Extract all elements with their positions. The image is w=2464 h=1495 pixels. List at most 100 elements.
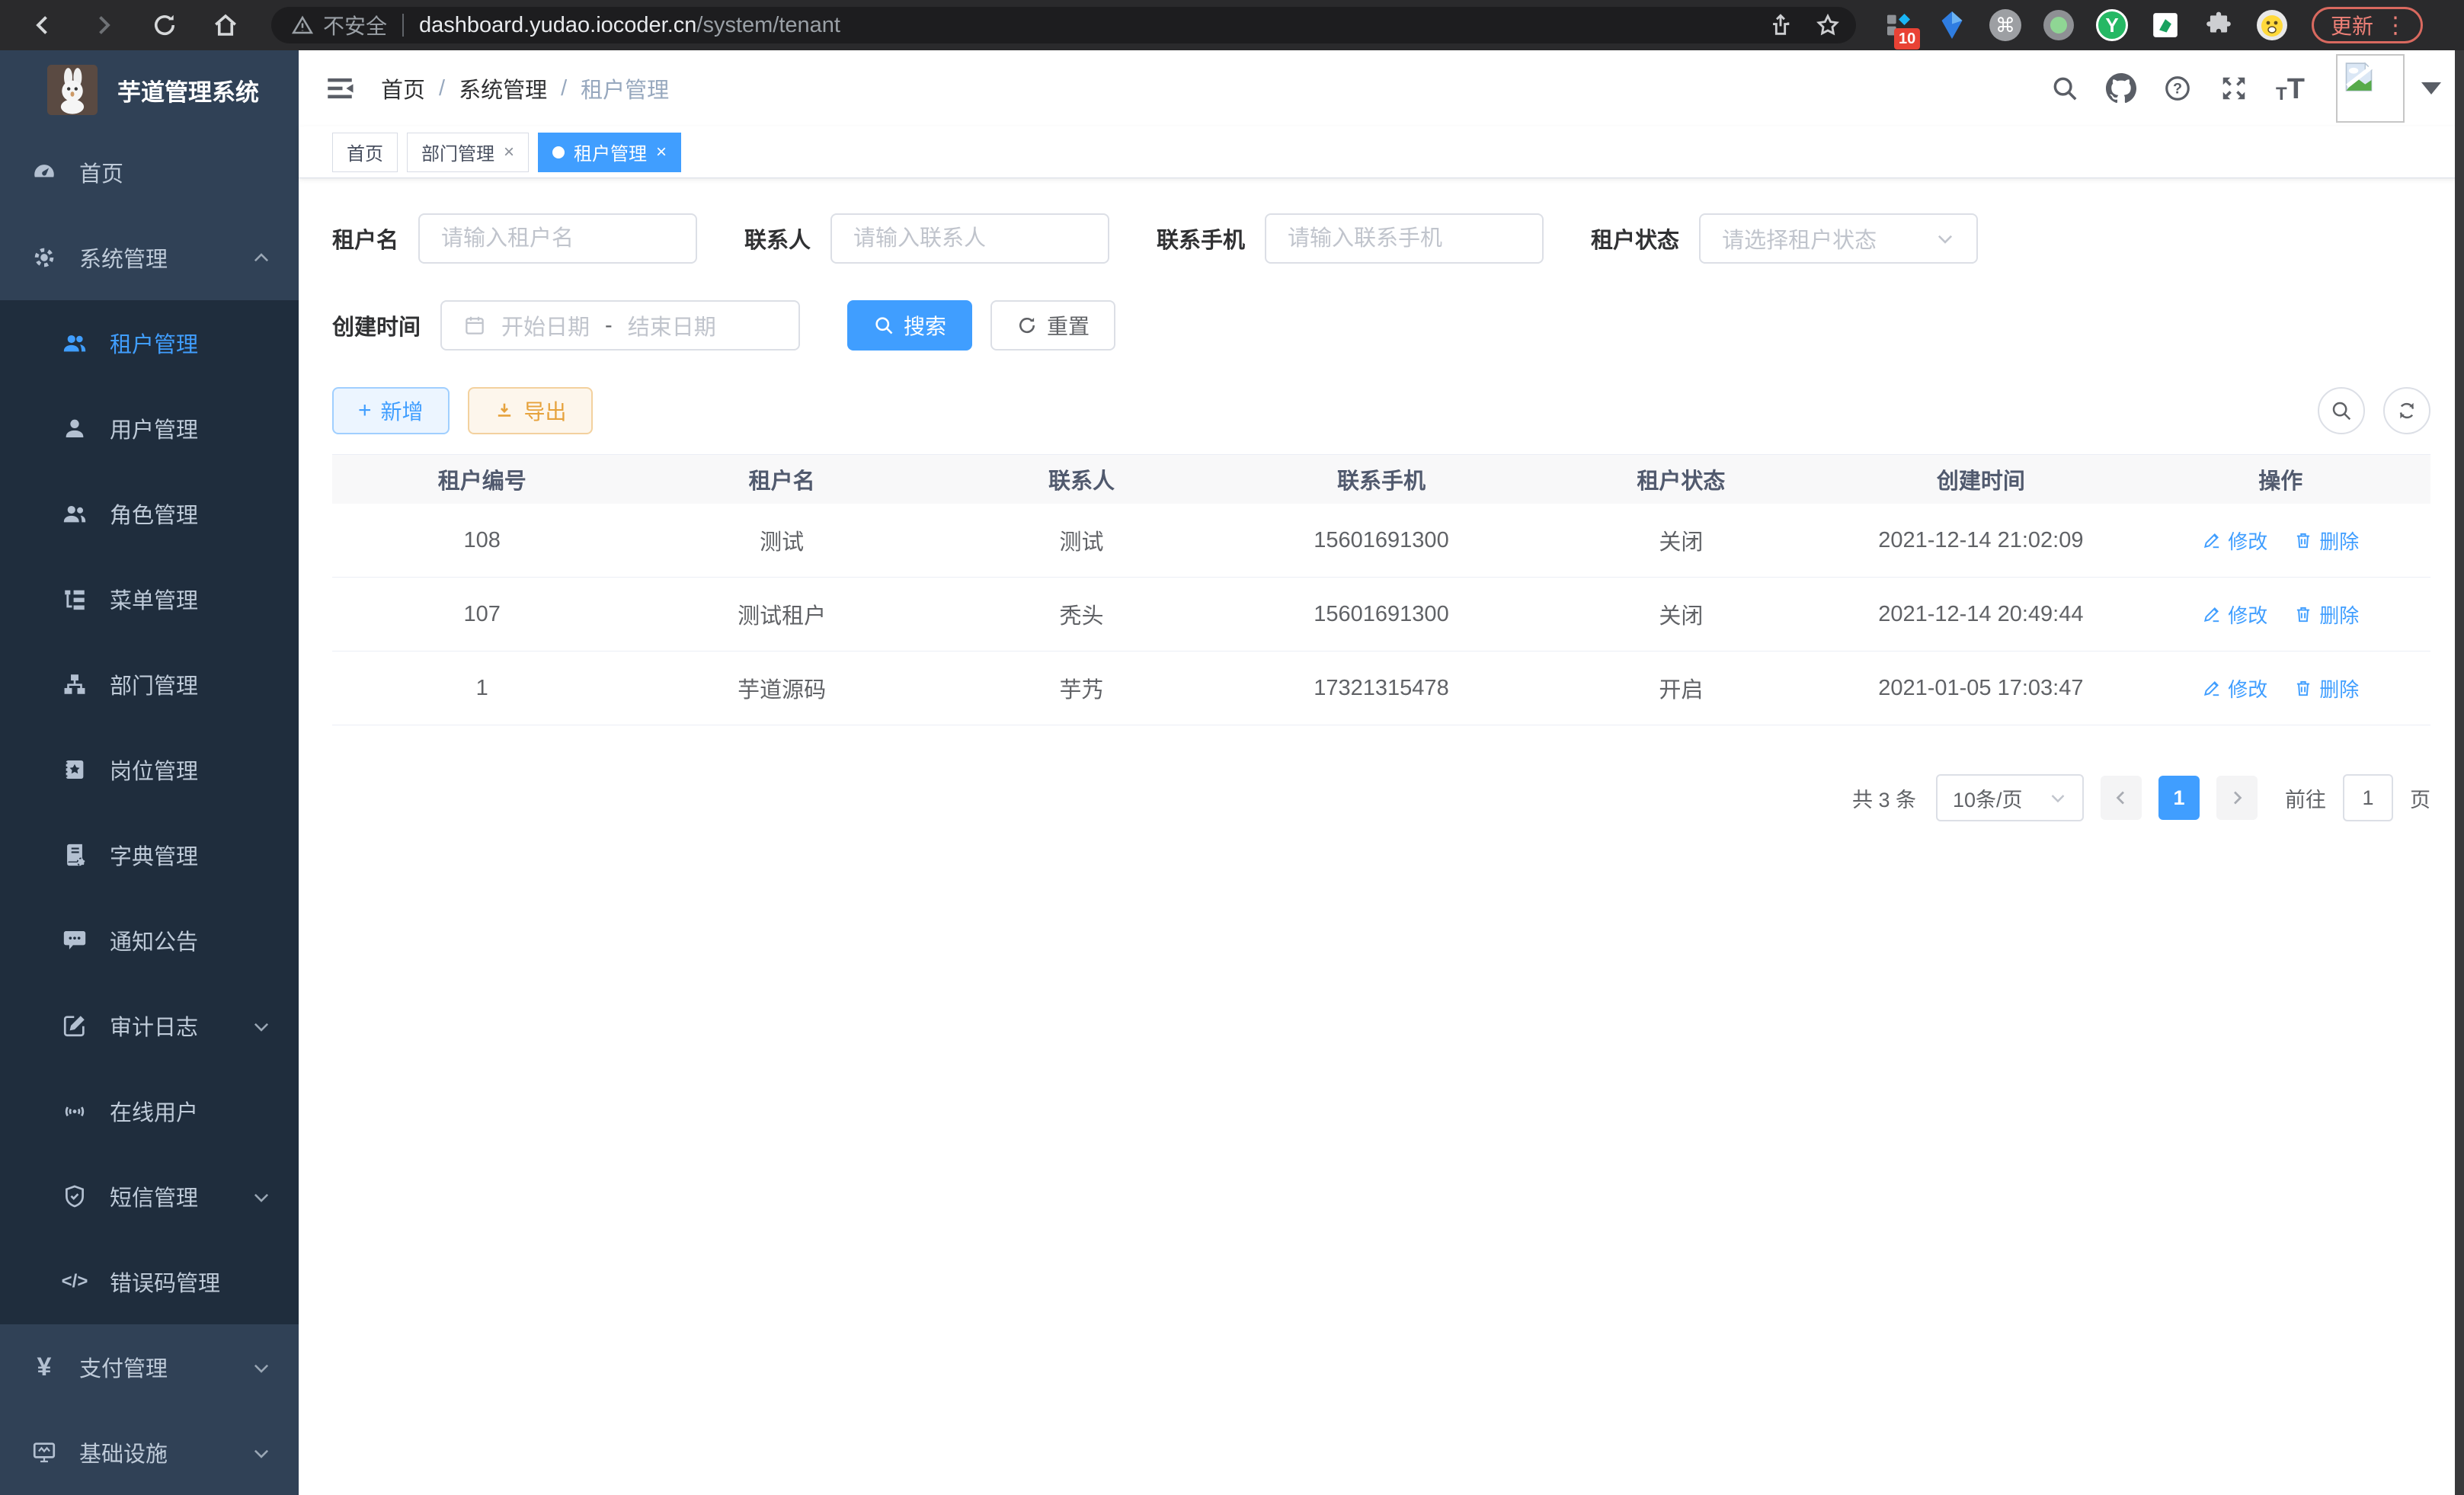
sidebar-item-infra[interactable]: 基础设施 (0, 1410, 299, 1495)
browser-home-button[interactable] (210, 10, 241, 40)
sidebar-item-audit-log[interactable]: 审计日志 (0, 983, 299, 1068)
sidebar-collapse-button[interactable] (323, 72, 357, 105)
font-size-button[interactable]: TT (2275, 73, 2306, 104)
table-row: 108 测试 测试 15601691300 关闭 2021-12-14 21:0… (332, 504, 2430, 578)
tab-home[interactable]: 首页 (332, 133, 398, 172)
address-bar[interactable]: 不安全 dashboard.yudao.iocoder.cn/system/te… (271, 7, 1856, 43)
mobile-label: 联系手机 (1157, 222, 1245, 255)
edit-link[interactable]: 修改 (2202, 674, 2267, 703)
next-page-button[interactable] (2216, 776, 2258, 820)
breadcrumb-home[interactable]: 首页 (381, 72, 425, 104)
sidebar-item-pay[interactable]: ¥ 支付管理 (0, 1324, 299, 1410)
sidebar-item-home[interactable]: 首页 (0, 130, 299, 215)
browser-menu-dots-icon[interactable]: ⋮ (2384, 12, 2407, 39)
cell-status: 关闭 (1531, 524, 1831, 556)
chevron-right-icon (2228, 789, 2246, 807)
sidebar-item-user[interactable]: 用户管理 (0, 386, 299, 471)
extension-yuque-icon[interactable]: Y (2095, 8, 2129, 42)
profile-avatar-button[interactable] (2255, 8, 2289, 42)
add-button[interactable]: + 新增 (332, 387, 450, 434)
extension-kite-icon[interactable] (1935, 8, 1969, 42)
search-button[interactable]: 搜索 (847, 300, 972, 351)
share-button[interactable] (1768, 12, 1794, 38)
question-circle-icon: ? (2163, 74, 2192, 103)
export-button[interactable]: 导出 (468, 387, 593, 434)
fullscreen-button[interactable] (2219, 73, 2249, 104)
breadcrumb-system[interactable]: 系统管理 (459, 72, 547, 104)
col-header-actions: 操作 (2131, 463, 2430, 495)
sidebar-item-role[interactable]: 角色管理 (0, 471, 299, 556)
security-indicator[interactable]: 不安全 (291, 10, 387, 40)
sidebar-logo[interactable]: 芋道管理系统 (0, 50, 299, 130)
org-tree-icon (61, 671, 88, 698)
update-label: 更新 (2331, 10, 2373, 40)
sidebar-item-tenant[interactable]: 租户管理 (0, 300, 299, 386)
prev-page-button[interactable] (2101, 776, 2142, 820)
tags-view-bar: 首页 部门管理 × 租户管理 × (299, 126, 2464, 178)
toggle-search-button[interactable] (2318, 387, 2365, 434)
extension-cmd-icon[interactable]: ⌘ (1989, 8, 2022, 42)
extension-record-icon[interactable] (2042, 8, 2075, 42)
pagination-total: 共 3 条 (1852, 783, 1916, 813)
edit-link[interactable]: 修改 (2202, 527, 2267, 555)
help-button[interactable]: ? (2162, 73, 2193, 104)
goto-page-input[interactable] (2343, 774, 2393, 821)
page-number-1[interactable]: 1 (2158, 776, 2200, 820)
breadcrumb: 首页 / 系统管理 / 租户管理 (381, 72, 669, 104)
browser-forward-button[interactable] (88, 10, 119, 40)
tab-close-icon[interactable]: × (656, 142, 667, 163)
sidebar-item-system[interactable]: 系统管理 (0, 215, 299, 300)
mobile-input-wrap (1265, 213, 1544, 264)
sidebar-item-dict[interactable]: 字典管理 (0, 812, 299, 898)
avatar[interactable] (2336, 54, 2405, 123)
extension-grid-icon[interactable]: 10 (1882, 8, 1915, 42)
bookmark-button[interactable] (1815, 12, 1841, 38)
top-navbar: 首页 / 系统管理 / 租户管理 ? TT (299, 50, 2464, 126)
app-title: 芋道管理系统 (117, 73, 259, 107)
sidebar-item-notice[interactable]: 通知公告 (0, 898, 299, 983)
tenant-name-input[interactable] (441, 226, 674, 251)
delete-link[interactable]: 删除 (2293, 600, 2359, 629)
sidebar-item-online-users[interactable]: 在线用户 (0, 1068, 299, 1154)
window-edge-scrollbar[interactable] (2455, 50, 2464, 1495)
tab-close-icon[interactable]: × (504, 142, 514, 163)
delete-link[interactable]: 删除 (2293, 527, 2359, 555)
extensions-puzzle-button[interactable] (2202, 8, 2235, 42)
edit-pencil-icon (2202, 604, 2222, 624)
sidebar-item-post[interactable]: 岗位管理 (0, 727, 299, 812)
extension-docs-icon[interactable] (2149, 8, 2182, 42)
delete-link[interactable]: 删除 (2293, 674, 2359, 703)
sidebar-item-menu[interactable]: 菜单管理 (0, 556, 299, 642)
page-size-select[interactable]: 10条/页 (1936, 774, 2084, 821)
refresh-table-button[interactable] (2383, 387, 2430, 434)
browser-reload-button[interactable] (149, 10, 180, 40)
sidebar-item-dept[interactable]: 部门管理 (0, 642, 299, 727)
sidebar-item-error-code[interactable]: </> 错误码管理 (0, 1239, 299, 1324)
user-avatar-menu[interactable] (2336, 54, 2441, 123)
tab-tenant[interactable]: 租户管理 × (538, 133, 681, 172)
warning-triangle-icon (291, 14, 314, 37)
date-range-picker[interactable]: 开始日期 - 结束日期 (440, 300, 800, 351)
browser-update-button[interactable]: 更新 ⋮ (2312, 7, 2423, 43)
sidebar-item-label: 错误码管理 (110, 1266, 271, 1298)
status-select[interactable]: 请选择租户状态 (1699, 213, 1978, 264)
header-search-button[interactable] (2050, 73, 2080, 104)
github-link[interactable] (2106, 73, 2136, 104)
export-button-label: 导出 (524, 395, 567, 426)
broken-image-icon (2342, 60, 2376, 94)
contact-input-wrap (830, 213, 1109, 264)
cell-created: 2021-12-14 21:02:09 (1831, 528, 2130, 553)
tab-dept[interactable]: 部门管理 × (407, 133, 529, 172)
browser-back-button[interactable] (27, 10, 58, 40)
record-dot-icon (2043, 9, 2075, 41)
contact-input[interactable] (853, 226, 1086, 251)
trash-icon (2293, 604, 2313, 624)
mobile-input[interactable] (1288, 226, 1521, 251)
sidebar-item-sms[interactable]: 短信管理 (0, 1154, 299, 1239)
sidebar-item-label: 在线用户 (110, 1095, 271, 1127)
edit-link[interactable]: 修改 (2202, 600, 2267, 629)
user-icon (61, 415, 88, 442)
active-tab-dot (552, 146, 565, 158)
search-icon (2330, 399, 2353, 422)
reset-button[interactable]: 重置 (990, 300, 1115, 351)
